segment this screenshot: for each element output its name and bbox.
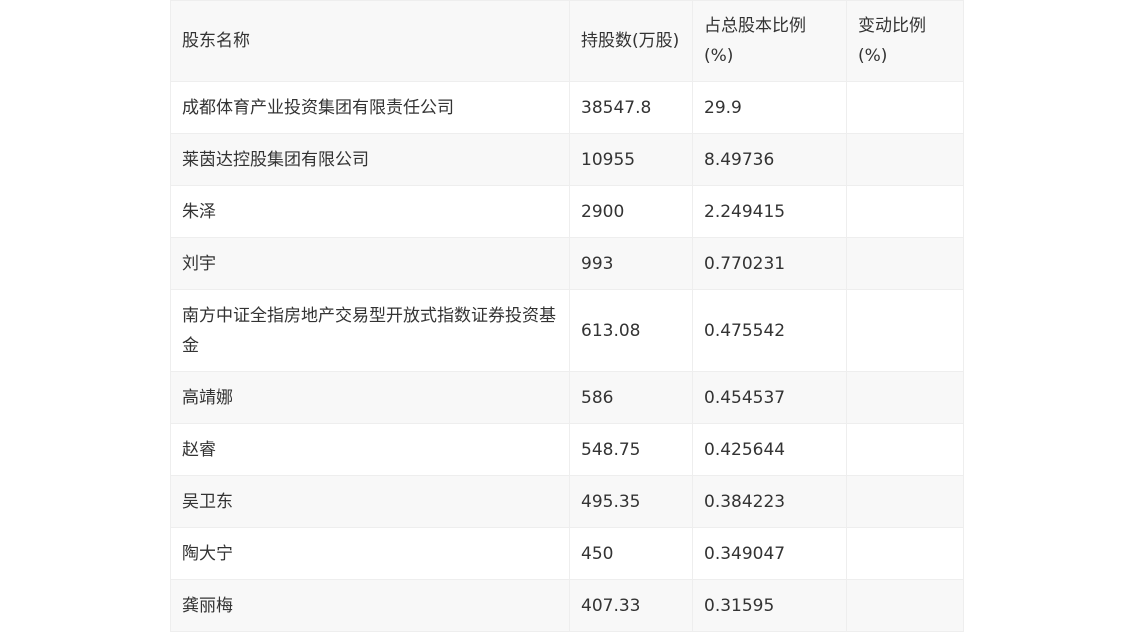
cell-ratio: 0.384223 [692,475,847,528]
cell-change [846,371,964,424]
cell-shares: 993 [569,237,693,290]
cell-change [846,423,964,476]
cell-shares: 2900 [569,185,693,238]
cell-ratio: 8.49736 [692,133,847,186]
cell-change [846,133,964,186]
table-row: 南方中证全指房地产交易型开放式指数证券投资基金 613.08 0.475542 [170,289,964,372]
header-shareholder-name: 股东名称 [170,0,570,82]
cell-shares: 586 [569,371,693,424]
header-shares: 持股数(万股) [569,0,693,82]
table-row: 龚丽梅 407.33 0.31595 [170,579,964,632]
cell-name: 刘宇 [170,237,570,290]
cell-ratio: 0.349047 [692,527,847,580]
shareholder-table: 股东名称 持股数(万股) 占总股本比例(%) 变动比例(%) 成都体育产业投资集… [170,0,964,632]
cell-ratio: 29.9 [692,81,847,134]
cell-shares: 548.75 [569,423,693,476]
cell-change [846,289,964,372]
cell-shares: 407.33 [569,579,693,632]
cell-name: 吴卫东 [170,475,570,528]
cell-change [846,475,964,528]
cell-shares: 450 [569,527,693,580]
cell-name: 莱茵达控股集团有限公司 [170,133,570,186]
cell-change [846,237,964,290]
cell-name: 成都体育产业投资集团有限责任公司 [170,81,570,134]
header-change: 变动比例(%) [846,0,964,82]
cell-change [846,185,964,238]
table-row: 朱泽 2900 2.249415 [170,185,964,238]
cell-ratio: 0.475542 [692,289,847,372]
cell-name: 陶大宁 [170,527,570,580]
cell-shares: 38547.8 [569,81,693,134]
shareholder-table-container: 股东名称 持股数(万股) 占总股本比例(%) 变动比例(%) 成都体育产业投资集… [170,0,964,632]
table-row: 陶大宁 450 0.349047 [170,527,964,580]
header-ratio: 占总股本比例(%) [692,0,847,82]
cell-name: 龚丽梅 [170,579,570,632]
cell-change [846,81,964,134]
cell-change [846,579,964,632]
cell-name: 南方中证全指房地产交易型开放式指数证券投资基金 [170,289,570,372]
cell-name: 高靖娜 [170,371,570,424]
cell-ratio: 0.31595 [692,579,847,632]
cell-change [846,527,964,580]
table-row: 莱茵达控股集团有限公司 10955 8.49736 [170,133,964,186]
cell-ratio: 2.249415 [692,185,847,238]
cell-shares: 495.35 [569,475,693,528]
table-row: 赵睿 548.75 0.425644 [170,423,964,476]
cell-shares: 10955 [569,133,693,186]
cell-ratio: 0.770231 [692,237,847,290]
cell-name: 赵睿 [170,423,570,476]
cell-ratio: 0.425644 [692,423,847,476]
cell-ratio: 0.454537 [692,371,847,424]
table-row: 高靖娜 586 0.454537 [170,371,964,424]
table-row: 吴卫东 495.35 0.384223 [170,475,964,528]
table-row: 刘宇 993 0.770231 [170,237,964,290]
table-header-row: 股东名称 持股数(万股) 占总股本比例(%) 变动比例(%) [170,0,964,82]
table-row: 成都体育产业投资集团有限责任公司 38547.8 29.9 [170,81,964,134]
cell-name: 朱泽 [170,185,570,238]
cell-shares: 613.08 [569,289,693,372]
